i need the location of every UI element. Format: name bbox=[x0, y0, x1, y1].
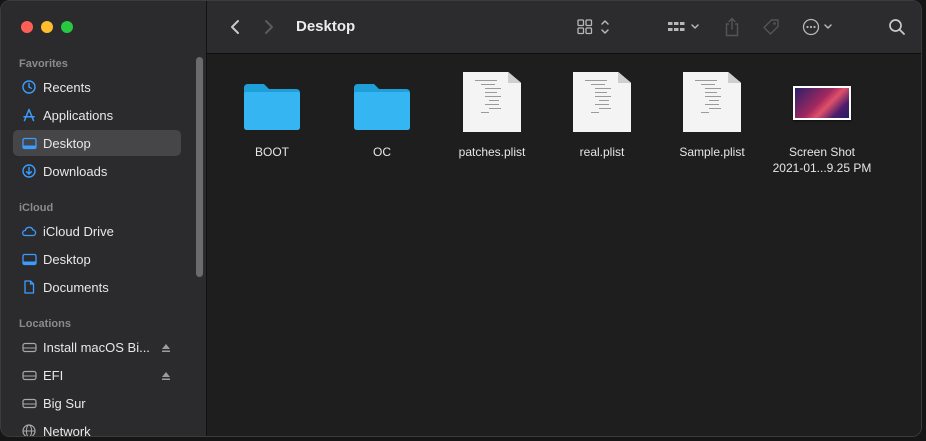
sidebar-item-label: Network bbox=[43, 423, 91, 437]
sidebar-item-big-sur[interactable]: Big Sur bbox=[13, 390, 181, 416]
file-item-patches-plist[interactable]: patches.plist bbox=[437, 68, 547, 160]
sidebar-item-icloud-drive[interactable]: iCloud Drive bbox=[13, 218, 181, 244]
screenshot-thumbnail bbox=[793, 86, 851, 120]
sidebar: Favorites Recents Applications Desktop D… bbox=[1, 1, 207, 436]
sidebar-item-downloads[interactable]: Downloads bbox=[13, 158, 181, 184]
locations-heading: Locations bbox=[19, 318, 71, 330]
plist-document-icon bbox=[573, 72, 631, 132]
back-button[interactable] bbox=[225, 15, 245, 39]
chevron-left-icon bbox=[231, 20, 239, 34]
cloud-icon bbox=[21, 223, 37, 239]
forward-button[interactable] bbox=[259, 15, 279, 39]
group-grid-icon bbox=[668, 22, 685, 31]
disk-icon bbox=[21, 395, 37, 411]
plist-document-icon bbox=[683, 72, 741, 132]
grid-icon bbox=[577, 19, 593, 35]
zoom-button[interactable] bbox=[61, 21, 73, 33]
sidebar-item-label: Documents bbox=[43, 279, 109, 295]
sidebar-item-label: Recents bbox=[43, 79, 91, 95]
sidebar-item-recents[interactable]: Recents bbox=[13, 74, 181, 100]
sidebar-item-label: Install macOS Bi... bbox=[43, 339, 150, 355]
folder-icon bbox=[354, 84, 410, 130]
applications-icon bbox=[21, 107, 37, 123]
document-icon bbox=[21, 279, 37, 295]
file-name-line1: Screen Shot bbox=[788, 145, 856, 159]
file-name: Sample.plist bbox=[679, 145, 745, 159]
file-name: OC bbox=[373, 145, 391, 159]
tag-button[interactable] bbox=[759, 15, 783, 39]
group-button[interactable] bbox=[665, 15, 703, 39]
file-browser: BOOT OC patches.plist real.plist Sample.… bbox=[207, 54, 921, 436]
sidebar-item-documents[interactable]: Documents bbox=[13, 274, 181, 300]
sidebar-item-icloud-desktop[interactable]: Desktop bbox=[13, 246, 181, 272]
sidebar-item-label: Big Sur bbox=[43, 395, 86, 411]
sidebar-item-efi[interactable]: EFI bbox=[13, 362, 181, 388]
file-item-screen-shot[interactable]: Screen Shot 2021-01...9.25 PM bbox=[767, 68, 877, 176]
file-item-real-plist[interactable]: real.plist bbox=[547, 68, 657, 160]
network-icon bbox=[21, 423, 37, 436]
close-button[interactable] bbox=[21, 21, 33, 33]
sidebar-item-label: Downloads bbox=[43, 163, 108, 179]
sidebar-item-label: EFI bbox=[43, 367, 64, 383]
window-title: Desktop bbox=[296, 18, 356, 35]
share-icon bbox=[725, 17, 739, 37]
view-mode-button[interactable] bbox=[575, 15, 613, 39]
file-name: Screen Shot 2021-01...9.25 PM bbox=[767, 144, 877, 176]
file-name: real.plist bbox=[579, 145, 625, 159]
disk-icon bbox=[21, 367, 37, 383]
icloud-heading: iCloud bbox=[19, 202, 54, 214]
window-controls bbox=[21, 21, 73, 33]
file-item-oc[interactable]: OC bbox=[327, 68, 437, 160]
sidebar-scrollbar[interactable] bbox=[196, 57, 203, 277]
finder-window: Favorites Recents Applications Desktop D… bbox=[0, 0, 922, 437]
sidebar-item-label: iCloud Drive bbox=[43, 223, 114, 239]
sidebar-item-label: Applications bbox=[43, 107, 114, 123]
eject-icon[interactable] bbox=[161, 369, 171, 384]
sidebar-item-applications[interactable]: Applications bbox=[13, 102, 181, 128]
desktop-icon bbox=[21, 135, 37, 151]
file-name: BOOT bbox=[254, 145, 289, 159]
search-icon bbox=[889, 19, 905, 35]
ellipsis-circle-icon bbox=[802, 18, 820, 36]
file-item-boot[interactable]: BOOT bbox=[217, 68, 327, 160]
plist-document-icon bbox=[463, 72, 521, 132]
tag-icon bbox=[763, 19, 779, 35]
folder-icon bbox=[244, 84, 300, 130]
disk-icon bbox=[21, 339, 37, 355]
sidebar-item-desktop[interactable]: Desktop bbox=[13, 130, 181, 156]
eject-icon[interactable] bbox=[161, 341, 171, 356]
download-icon bbox=[21, 163, 37, 179]
sidebar-item-label: Desktop bbox=[43, 251, 91, 267]
clock-icon bbox=[21, 79, 37, 95]
sidebar-item-install-macos[interactable]: Install macOS Bi... bbox=[13, 334, 181, 360]
minimize-button[interactable] bbox=[41, 21, 53, 33]
file-item-sample-plist[interactable]: Sample.plist bbox=[657, 68, 767, 160]
file-name: patches.plist bbox=[458, 145, 526, 159]
sidebar-item-network[interactable]: Network bbox=[13, 418, 181, 437]
file-name-line2: 2021-01...9.25 PM bbox=[772, 161, 872, 175]
action-menu-button[interactable] bbox=[801, 15, 839, 39]
favorites-heading: Favorites bbox=[19, 58, 68, 70]
chevron-right-icon bbox=[265, 20, 273, 34]
search-button[interactable] bbox=[885, 15, 909, 39]
sidebar-item-label: Desktop bbox=[43, 135, 91, 151]
share-button[interactable] bbox=[721, 15, 743, 39]
toolbar: Desktop bbox=[207, 1, 921, 54]
desktop-icon bbox=[21, 251, 37, 267]
